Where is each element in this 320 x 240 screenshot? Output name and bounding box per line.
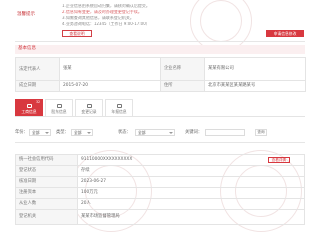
section-header-basic: 基本信息 xyxy=(15,45,305,54)
tab-label: 变更记录 xyxy=(81,109,97,115)
cell-key: 企业名称 xyxy=(160,57,205,81)
cell-key: 成立日期 xyxy=(15,80,60,92)
people-icon xyxy=(56,104,62,109)
tab-bar: 32 工商信息 股东信息 变更记录 年报信息 xyxy=(15,99,305,117)
tab-annual-report[interactable]: 年报信息 xyxy=(105,99,133,116)
detail-table: 统一社会信用代码 91110000XXXXXXXXXX 查看详情 登记状态 存续… xyxy=(15,154,305,225)
filter-label: 关键词： xyxy=(185,130,203,135)
building-icon xyxy=(26,104,32,109)
detail-key: 登记机关 xyxy=(15,209,78,225)
detail-value: 91110000XXXXXXXXXX xyxy=(81,156,133,162)
filter-value: 全部 xyxy=(74,130,82,135)
filter-select-type[interactable]: 全部 xyxy=(71,129,93,136)
cell-value: 某某有限公司 xyxy=(204,57,306,81)
cell-key: 住所 xyxy=(160,80,205,92)
divider xyxy=(15,41,305,42)
notice-line-1: 1.企业信息由系统自动归集，请核对确认后提交。 xyxy=(62,4,150,8)
detail-key: 从业人数 xyxy=(15,198,78,210)
tab-shareholders[interactable]: 股东信息 xyxy=(45,99,73,116)
tab-change-records[interactable]: 变更记录 xyxy=(75,99,103,116)
notice-line-3: 3.如需查询其他信息，请联系登记机关。 xyxy=(62,16,134,20)
chevron-down-icon xyxy=(45,132,49,134)
detail-key: 统一社会信用代码 xyxy=(15,154,78,166)
cell-value: 张某 xyxy=(59,57,161,81)
notice-label: 温馨提示 xyxy=(17,12,35,17)
view-notice-button[interactable]: 查看说明 xyxy=(62,30,92,37)
filter-value: 全部 xyxy=(32,130,40,135)
tab-business-info[interactable]: 32 工商信息 xyxy=(15,99,43,116)
detail-value: 某某市场监督管理局 xyxy=(77,209,305,225)
filter-row: 年份： 全部 类型： 全部 状态： 全部 关键词： 查询 xyxy=(15,128,305,138)
filter-label: 类型： xyxy=(56,130,69,135)
tab-label: 年报信息 xyxy=(111,109,127,115)
filter-select-status[interactable]: 全部 xyxy=(135,129,175,136)
tab-label: 工商信息 xyxy=(21,109,37,115)
divider xyxy=(15,142,305,143)
notice-line-4: 4.业务咨询电话：12345（工作日 9:00-17:00） xyxy=(62,22,150,26)
cell-key: 法定代表人 xyxy=(15,57,60,81)
filter-value: 全部 xyxy=(138,130,146,135)
view-detail-button[interactable]: 查看详情 xyxy=(267,157,290,163)
section-title: 基本信息 xyxy=(18,46,36,51)
search-button[interactable]: 查询 xyxy=(255,129,267,136)
filter-label: 状态： xyxy=(118,130,131,135)
report-icon xyxy=(116,104,122,109)
notice-line-2: 2.信息如有变更，请及时办理变更登记手续。 xyxy=(62,10,142,14)
history-icon xyxy=(86,104,92,109)
tab-label: 股东信息 xyxy=(51,109,67,115)
detail-key: 核准日期 xyxy=(15,176,78,188)
filter-label: 年份： xyxy=(15,130,28,135)
detail-value: 20人 xyxy=(77,198,305,210)
detail-value: 2023-06-27 xyxy=(77,176,305,188)
detail-value-cell: 91110000XXXXXXXXXX 查看详情 xyxy=(77,154,305,166)
cell-value: 2015-07-20 xyxy=(59,80,161,92)
detail-value: 100万元 xyxy=(77,187,305,199)
tab-count: 32 xyxy=(35,100,40,104)
apply-change-button[interactable]: 申请信息修改 xyxy=(266,30,304,37)
detail-key: 注册资本 xyxy=(15,187,78,199)
keyword-input[interactable] xyxy=(205,129,245,136)
basic-info-table: 法定代表人 张某 企业名称 某某有限公司 成立日期 2015-07-20 住所 … xyxy=(15,57,306,92)
detail-key: 登记状态 xyxy=(15,165,78,177)
cell-value: 北京市某某区某某路某号 xyxy=(204,80,306,92)
chevron-down-icon xyxy=(87,132,91,134)
filter-select-year[interactable]: 全部 xyxy=(29,129,51,136)
detail-value: 存续 xyxy=(77,165,305,177)
chevron-down-icon xyxy=(169,132,173,134)
